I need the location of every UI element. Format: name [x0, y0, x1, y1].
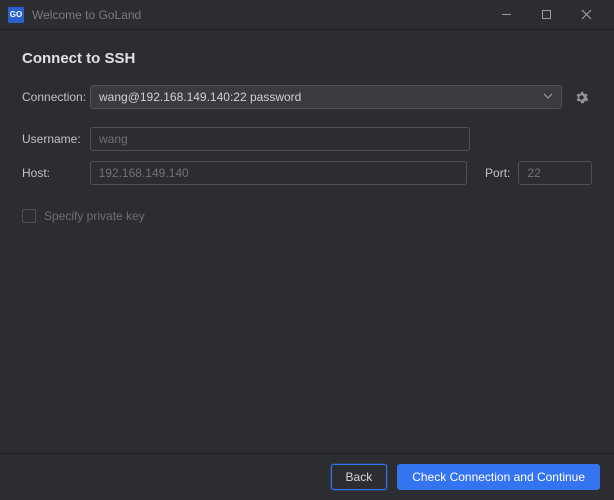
window-titlebar: GO Welcome to GoLand — [0, 0, 614, 30]
back-button[interactable]: Back — [331, 464, 388, 490]
host-label: Host: — [22, 166, 82, 180]
host-input-value: 192.168.149.140 — [99, 166, 189, 180]
app-icon: GO — [8, 7, 24, 23]
specify-key-row: Specify private key — [22, 209, 592, 223]
continue-button[interactable]: Check Connection and Continue — [397, 464, 600, 490]
window-close-button[interactable] — [566, 0, 606, 30]
gear-icon — [574, 90, 589, 105]
username-label: Username: — [22, 132, 82, 146]
footer: Back Check Connection and Continue — [0, 454, 614, 500]
specify-key-label: Specify private key — [44, 209, 145, 223]
connection-label: Connection: — [22, 90, 82, 104]
back-button-label: Back — [346, 470, 373, 484]
host-input[interactable]: 192.168.149.140 — [90, 161, 467, 185]
port-label: Port: — [485, 166, 510, 180]
port-input-value: 22 — [527, 166, 540, 180]
connection-combobox-value: wang@192.168.149.140:22 password — [99, 90, 301, 104]
specify-key-checkbox[interactable] — [22, 209, 36, 223]
username-input[interactable]: wang — [90, 127, 470, 151]
continue-button-label: Check Connection and Continue — [412, 470, 585, 484]
page-heading: Connect to SSH — [22, 50, 592, 67]
connection-combobox[interactable]: wang@192.168.149.140:22 password — [90, 85, 562, 109]
window-maximize-button[interactable] — [526, 0, 566, 30]
username-input-value: wang — [99, 132, 128, 146]
username-row: Username: wang — [22, 127, 592, 151]
chevron-down-icon — [543, 90, 553, 104]
window-title: Welcome to GoLand — [32, 8, 141, 22]
host-row: Host: 192.168.149.140 Port: 22 — [22, 161, 592, 185]
content-area: Connect to SSH Connection: wang@192.168.… — [0, 30, 614, 453]
connection-row: Connection: wang@192.168.149.140:22 pass… — [22, 85, 592, 109]
settings-button[interactable] — [570, 86, 592, 108]
window-minimize-button[interactable] — [486, 0, 526, 30]
port-input[interactable]: 22 — [518, 161, 592, 185]
